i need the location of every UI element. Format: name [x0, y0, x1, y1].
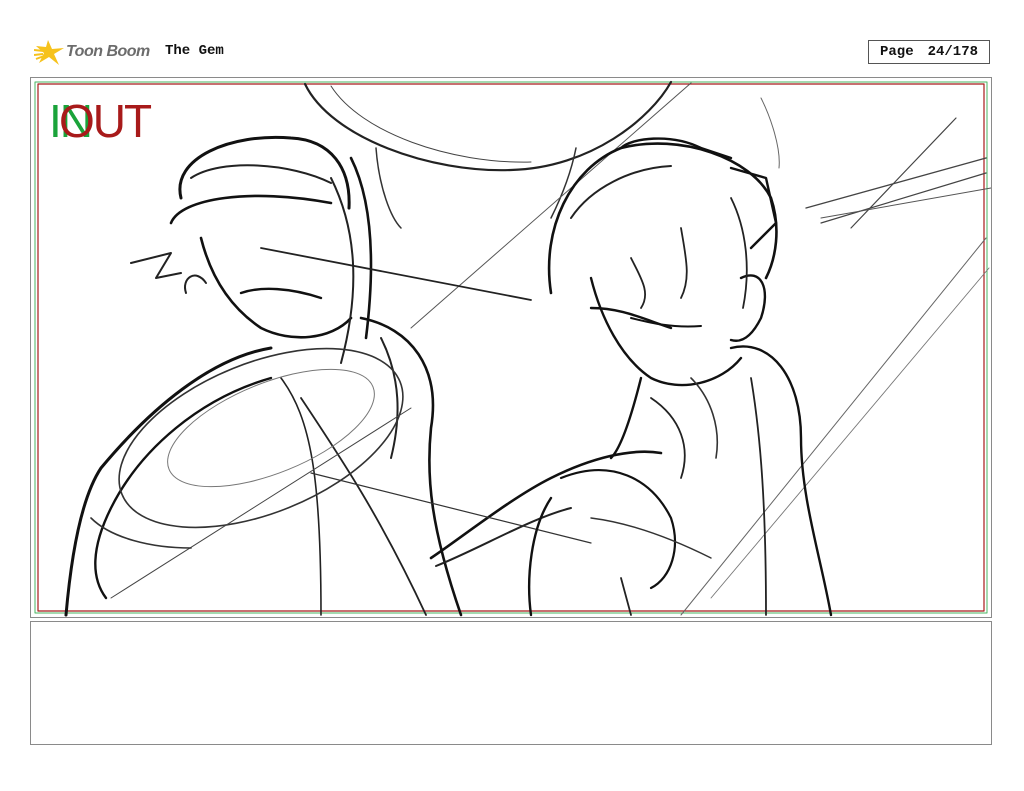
toon-boom-star-icon [34, 40, 64, 65]
storyboard-panel[interactable]: IN OUT [30, 77, 992, 618]
page-label: Page [879, 44, 914, 60]
toon-boom-logo: Toon Boom [34, 36, 150, 68]
project-title: The Gem [165, 43, 224, 59]
logo-text: Toon Boom [66, 43, 150, 60]
panel-notes-box[interactable] [30, 621, 992, 745]
out-marker: OUT [59, 95, 152, 147]
page-indicator: Page 24/178 [868, 40, 990, 64]
panel-sketch [34, 80, 991, 617]
page-number: 24/178 [927, 44, 979, 60]
